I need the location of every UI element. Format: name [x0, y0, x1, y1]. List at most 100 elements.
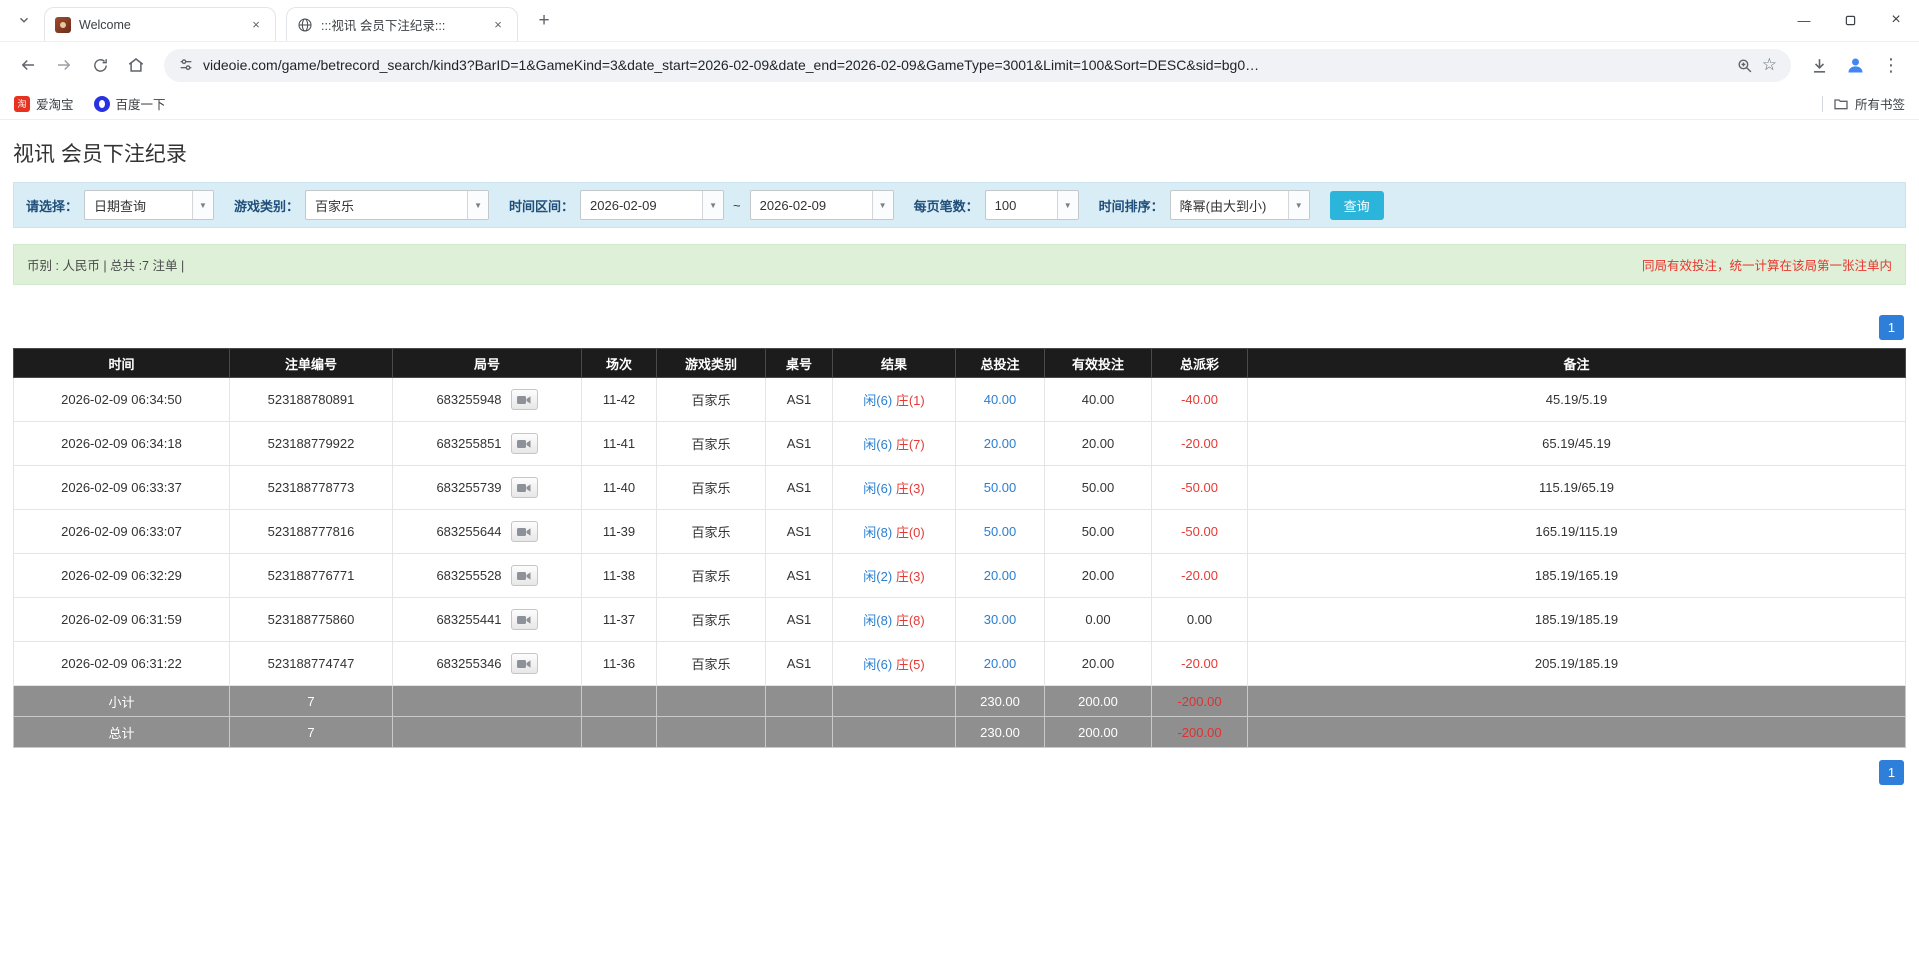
cell-game-kind: 百家乐 — [656, 641, 766, 686]
cell-total-bet: 20.00 — [955, 641, 1045, 686]
bookmark-label: 爱淘宝 — [36, 98, 74, 112]
video-replay-button[interactable] — [510, 433, 538, 454]
video-camera-icon — [517, 615, 531, 624]
video-camera-icon — [517, 395, 531, 404]
summary-label: 总计 — [13, 716, 230, 748]
search-button[interactable]: 查询 — [1329, 190, 1384, 220]
address-bar[interactable]: videoie.com/game/betrecord_search/kind3?… — [164, 48, 1791, 82]
maximize-button[interactable] — [1827, 0, 1873, 40]
per-page-value: 100 — [994, 197, 1017, 213]
cell-result: 闲(6) 庄(1) — [832, 377, 956, 422]
tab-strip: Welcome × :::视讯 会员下注纪录::: × + — × — [0, 0, 1919, 42]
cell-round: 683255346 — [392, 641, 582, 686]
welcome-favicon-icon — [55, 16, 71, 33]
globe-favicon-icon — [297, 17, 313, 33]
page-1-button[interactable]: 1 — [1879, 760, 1904, 785]
summary-label: 小计 — [13, 685, 230, 717]
cell-round: 683255528 — [392, 553, 582, 598]
refresh-button[interactable] — [84, 49, 116, 81]
cell-table-no: AS1 — [765, 509, 833, 554]
all-bookmarks-button[interactable]: 所有书签 — [1833, 94, 1905, 113]
cell-payout: -20.00 — [1151, 553, 1248, 598]
summary-row: 小计 7 230.00 200.00 -200.00 — [13, 685, 1906, 717]
forward-icon — [58, 59, 71, 71]
per-page-label: 每页笔数： — [913, 198, 979, 214]
back-button[interactable] — [12, 49, 44, 81]
page-title: 视讯 会员下注纪录 — [13, 143, 187, 166]
summary-count: 7 — [229, 716, 393, 748]
refresh-icon — [93, 58, 107, 72]
sort-value: 降幂(由大到小) — [1179, 198, 1267, 214]
cell-time: 2026-02-09 06:34:18 — [13, 421, 230, 466]
column-header: 注单编号 — [229, 348, 393, 378]
bookmark-item[interactable]: 淘 爱淘宝 — [14, 94, 74, 113]
cell-table-no: AS1 — [765, 553, 833, 598]
cell-valid-bet: 0.00 — [1044, 597, 1152, 642]
column-header: 有效投注 — [1044, 348, 1152, 378]
tab-close-icon[interactable]: × — [489, 16, 507, 34]
chevron-down-icon: ▼ — [1287, 191, 1309, 219]
cell-result: 闲(6) 庄(7) — [832, 421, 956, 466]
tab-close-icon[interactable]: × — [247, 16, 265, 34]
video-replay-button[interactable] — [510, 477, 538, 498]
date-end-select[interactable]: 2026-02-09 ▼ — [749, 190, 894, 220]
address-toolbar: videoie.com/game/betrecord_search/kind3?… — [0, 42, 1919, 88]
date-start-select[interactable]: 2026-02-09 ▼ — [580, 190, 725, 220]
video-replay-button[interactable] — [510, 521, 538, 542]
bookmark-star-button[interactable]: ☆ — [1762, 55, 1777, 75]
cell-session: 11-38 — [581, 553, 657, 598]
tab-title: :::视讯 会员下注纪录::: — [321, 19, 446, 33]
per-page-select[interactable]: 100 ▼ — [984, 190, 1079, 220]
close-button[interactable]: × — [1873, 0, 1919, 40]
cell-total-bet: 30.00 — [955, 597, 1045, 642]
cell-time: 2026-02-09 06:33:07 — [13, 509, 230, 554]
minimize-button[interactable]: — — [1781, 0, 1827, 40]
pagination-bottom: 1 — [13, 760, 1904, 785]
video-replay-button[interactable] — [510, 609, 538, 630]
cell-valid-bet: 20.00 — [1044, 641, 1152, 686]
currency-summary-text: 币别 : 人民币 | 总共 :7 注单 | — [27, 259, 185, 273]
page-content: 视讯 会员下注纪录 请选择： 日期查询 ▼ 游戏类别： 百家乐 ▼ 时间区间： … — [0, 138, 1919, 785]
cell-remark: 205.19/185.19 — [1247, 641, 1906, 686]
cell-total-bet: 20.00 — [955, 421, 1045, 466]
video-camera-icon — [517, 571, 531, 580]
game-kind-select[interactable]: 百家乐 ▼ — [305, 190, 490, 220]
browser-menu-button[interactable]: ⋮ — [1875, 49, 1907, 81]
cell-round: 683255644 — [392, 509, 582, 554]
query-type-value: 日期查询 — [94, 198, 147, 214]
tab-title: Welcome — [79, 17, 131, 32]
new-tab-button[interactable]: + — [530, 7, 558, 35]
table-row: 2026-02-09 06:31:59 523188775860 683255441… — [13, 597, 1906, 642]
query-type-select[interactable]: 日期查询 ▼ — [84, 190, 215, 220]
forward-button[interactable] — [48, 49, 80, 81]
bet-records-table: 时间 注单编号 局号 场次 游戏类别 桌号 结果 总投注 有效投注 总派彩 备注 2026-02-0… — [13, 348, 1906, 748]
cell-total-bet: 40.00 — [955, 377, 1045, 422]
tab-search-button[interactable] — [10, 6, 38, 34]
column-header: 总投注 — [955, 348, 1045, 378]
taobao-icon: 淘 — [14, 95, 30, 112]
browser-tab-welcome[interactable]: Welcome × — [44, 7, 276, 41]
browser-tab-betrecord[interactable]: :::视讯 会员下注纪录::: × — [286, 7, 518, 41]
video-replay-button[interactable] — [510, 565, 538, 586]
bet-table-body: 2026-02-09 06:34:50 523188780891 683255948… — [13, 377, 1906, 686]
video-replay-button[interactable] — [510, 389, 538, 410]
cell-remark: 165.19/115.19 — [1247, 509, 1906, 554]
profile-avatar[interactable] — [1839, 49, 1871, 81]
cell-session: 11-37 — [581, 597, 657, 642]
cell-time: 2026-02-09 06:32:29 — [13, 553, 230, 598]
column-header: 局号 — [392, 348, 582, 378]
zoom-button[interactable] — [1736, 57, 1753, 74]
pagination-top: 1 — [13, 315, 1904, 340]
cell-time: 2026-02-09 06:34:50 — [13, 377, 230, 422]
video-replay-button[interactable] — [510, 653, 538, 674]
cell-result: 闲(8) 庄(0) — [832, 509, 956, 554]
person-icon — [1848, 58, 1862, 72]
cell-session: 11-40 — [581, 465, 657, 510]
bookmark-item[interactable]: 百度一下 — [93, 94, 166, 113]
home-button[interactable] — [120, 49, 152, 81]
downloads-button[interactable] — [1803, 49, 1835, 81]
summary-total-bet: 230.00 — [955, 685, 1045, 717]
page-1-button[interactable]: 1 — [1879, 315, 1904, 340]
cell-table-no: AS1 — [765, 465, 833, 510]
sort-select[interactable]: 降幂(由大到小) ▼ — [1169, 190, 1310, 220]
